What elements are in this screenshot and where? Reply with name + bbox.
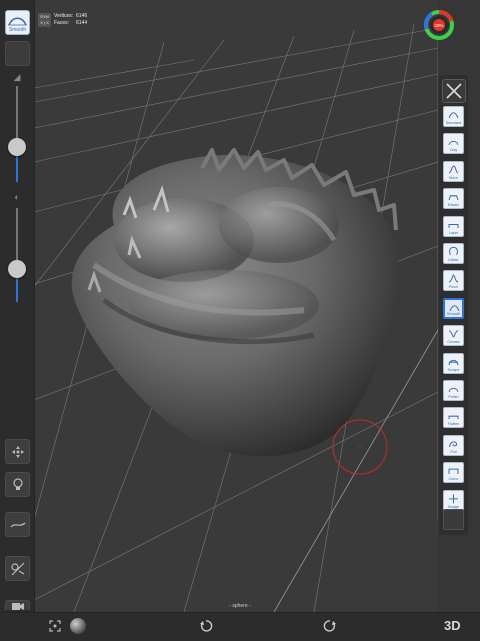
stroke-icon: [9, 521, 25, 527]
brush-button-clay[interactable]: Clay: [443, 133, 464, 155]
flatten-brush-icon: [448, 416, 459, 420]
brush-label: Crease: [447, 340, 460, 345]
brush-button-inflate[interactable]: Inflate: [443, 243, 464, 264]
move-icon: [11, 445, 24, 458]
intensity-slider-knob[interactable]: [8, 260, 26, 278]
brush-label: Standard: [445, 121, 462, 125]
close-palette-button[interactable]: [442, 79, 466, 103]
brush-button-elastic[interactable]: Elastic: [443, 188, 464, 210]
material-button[interactable]: [69, 617, 87, 635]
scrape-brush-icon: [448, 359, 459, 365]
brush-label: Pinch: [448, 285, 459, 290]
nudge-brush-icon: [449, 493, 458, 503]
viewport-3d[interactable]: [34, 0, 438, 612]
vertices-label: Vertices:: [54, 13, 74, 19]
brush-button-crease[interactable]: Crease: [443, 325, 464, 347]
brush-button-polish[interactable]: Polish: [443, 380, 464, 401]
undo-icon: [200, 620, 213, 632]
sculpt-mesh: [71, 148, 399, 457]
mesh-stats: Vertices: 6146 Faces: 6144: [54, 13, 87, 27]
frame-view-button[interactable]: [46, 617, 64, 635]
brush-label: Smooth: [446, 311, 461, 316]
clay-brush-icon: [448, 141, 459, 146]
brush-label: Clay: [449, 148, 458, 153]
standard-brush-icon: [448, 112, 459, 119]
undo-button[interactable]: [197, 617, 215, 635]
brush-button-standard[interactable]: Standard: [443, 106, 464, 127]
polish-brush-icon: [448, 387, 459, 393]
brush-button-layer[interactable]: Layer: [443, 215, 464, 237]
brush-palette-empty-slot: [443, 509, 464, 530]
brush-button-clone[interactable]: Clone: [443, 462, 464, 484]
gauge-text: 28%: [434, 23, 443, 28]
brush-label: Pull: [450, 449, 457, 454]
secondary-brush-slot[interactable]: [5, 41, 30, 66]
symmetry-axis-label: X | X: [40, 20, 49, 25]
radius-slider-knob[interactable]: [8, 138, 26, 156]
symmetry-indicator[interactable]: SYM X | X: [38, 13, 51, 27]
active-brush-button[interactable]: Smooth: [5, 10, 30, 35]
faces-label: Faces:: [54, 20, 70, 26]
brush-button-scrape[interactable]: Scrape: [443, 352, 464, 374]
brush-button-flatten[interactable]: Flatten: [443, 407, 464, 429]
brush-cursor-center: [359, 446, 361, 448]
radius-icon: ◢: [13, 72, 21, 82]
active-brush-label: Smooth: [8, 27, 27, 33]
brush-label: Flatten: [447, 422, 460, 427]
brush-button-pull[interactable]: Pull: [443, 434, 464, 456]
inflate-brush-icon: [449, 246, 458, 256]
material-sphere-icon: [70, 618, 86, 634]
mask-button[interactable]: [5, 556, 30, 581]
brush-label: Polish: [448, 395, 459, 399]
stroke-settings-button[interactable]: [5, 512, 30, 537]
brush-label: Scrape: [447, 367, 460, 372]
clone-brush-icon: [448, 468, 459, 475]
lighting-button[interactable]: [5, 472, 30, 497]
redo-icon: [323, 620, 336, 632]
pinch-brush-icon: [448, 274, 459, 283]
brush-button-nudge[interactable]: Nudge: [443, 489, 464, 511]
brush-label: Move: [448, 175, 459, 180]
pull-brush-icon: [449, 441, 458, 447]
mask-icon: [10, 562, 24, 575]
intensity-icon: ◐: [14, 192, 20, 202]
move-tool-button[interactable]: [5, 439, 30, 464]
layer-brush-icon: [448, 223, 459, 228]
redo-button[interactable]: [321, 617, 339, 635]
brush-label: Elastic: [447, 203, 460, 208]
smooth-brush-icon: [8, 17, 27, 26]
brush-label: Inflate: [448, 258, 459, 262]
faces-value: 6144: [76, 20, 88, 26]
brush-button-smooth[interactable]: Smooth: [443, 297, 464, 319]
close-icon: [446, 83, 462, 99]
frame-icon: [49, 620, 61, 632]
memory-gauge: 28%: [423, 9, 454, 40]
brush-label: Layer: [448, 230, 459, 235]
brush-button-move[interactable]: Move: [443, 160, 464, 182]
brush-label: Clone: [448, 477, 459, 482]
scene-svg[interactable]: [34, 0, 438, 612]
move-brush-icon: [448, 165, 459, 174]
brush-button-pinch[interactable]: Pinch: [443, 270, 464, 292]
vertices-value: 6146: [76, 13, 88, 19]
elastic-brush-icon: [448, 195, 459, 201]
lightbulb-icon: [12, 477, 23, 490]
crease-brush-icon: [448, 330, 459, 338]
mesh-name-label: - sphere -: [229, 603, 251, 609]
view-mode-button[interactable]: 3D: [444, 618, 461, 633]
